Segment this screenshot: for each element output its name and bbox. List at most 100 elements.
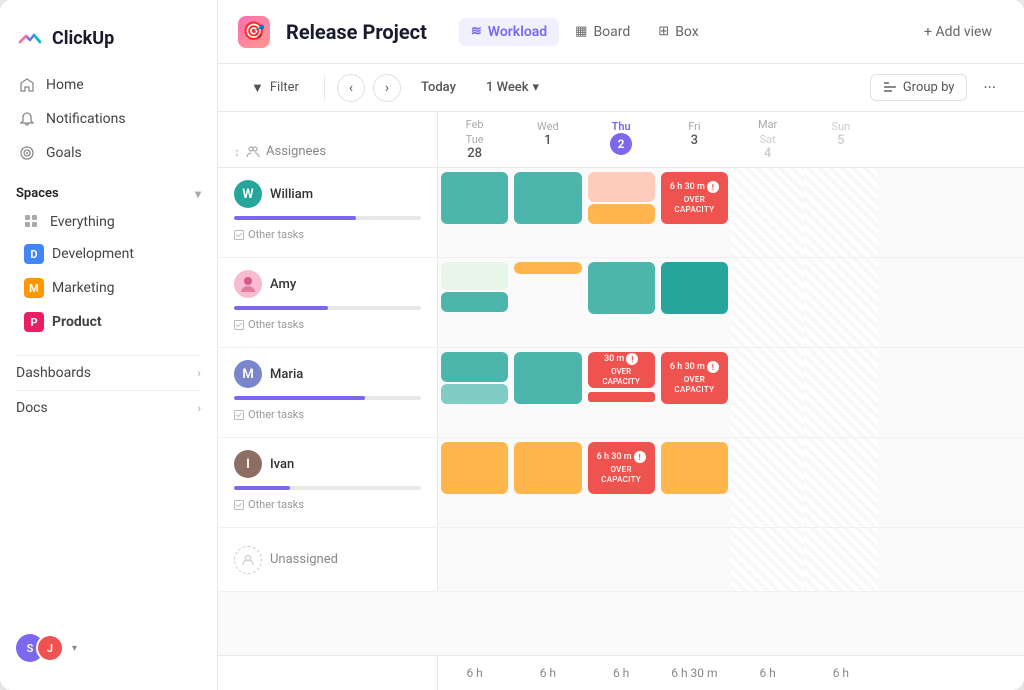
total-1: 6 h — [511, 656, 584, 690]
assignees-column-header: ↕ Assignees — [218, 112, 438, 167]
workload-block-orange — [441, 442, 508, 494]
target-icon — [18, 144, 36, 162]
sidebar-item-product[interactable]: P Product — [16, 305, 201, 339]
more-options-button[interactable]: ··· — [975, 73, 1004, 102]
app-container: ClickUp Home Notifications Goals — [0, 0, 1024, 690]
box-tab-icon: ⊞ — [658, 24, 669, 39]
unassigned-icon — [234, 546, 262, 574]
day-cell-william-5-weekend — [804, 168, 877, 257]
avatar-ivan: I — [234, 450, 262, 478]
total-3: 6 h 30 m — [658, 656, 731, 690]
amy-avatar-graphic — [238, 274, 258, 294]
unassigned-day-1 — [511, 528, 584, 591]
sidebar-item-home[interactable]: Home — [8, 68, 209, 102]
person-info-amy: Amy Other tasks — [218, 258, 438, 347]
day-num-28: 28 — [442, 146, 507, 161]
week-selector[interactable]: 1 Week ▾ — [476, 75, 549, 100]
box-tab-label: Box — [675, 24, 699, 40]
user-avatar-secondary[interactable]: J — [36, 634, 64, 662]
day-cell-ivan-5-weekend — [804, 438, 877, 527]
day-fri: Fri — [662, 120, 727, 133]
sidebar-item-docs[interactable]: Docs › — [16, 390, 201, 425]
filter-icon: ▼ — [251, 80, 264, 96]
month-feb: Feb — [442, 118, 507, 131]
sidebar-item-notifications[interactable]: Notifications — [8, 102, 209, 136]
person-info-maria: M Maria Other tasks — [218, 348, 438, 437]
progress-bar-amy — [234, 306, 328, 310]
spaces-label: Spaces — [16, 186, 59, 201]
day-sat: Sat — [735, 133, 800, 146]
workload-tab-label: Workload — [488, 24, 547, 40]
grid-header: ↕ Assignees Feb Tue 28 Wed 1 — [218, 112, 1024, 168]
prev-nav-button[interactable]: ‹ — [337, 74, 365, 102]
unassigned-day-2 — [585, 528, 658, 591]
workload-block-green-full — [514, 352, 581, 404]
day-cell-william-4-weekend — [731, 168, 804, 257]
development-badge: D — [24, 244, 44, 264]
board-tab-icon: ▦ — [575, 24, 587, 39]
date-col-feb28: Feb Tue 28 — [438, 112, 511, 167]
today-button[interactable]: Today — [409, 75, 468, 100]
workload-block-empty — [441, 262, 508, 290]
progress-bar-ivan — [234, 486, 290, 490]
group-by-button[interactable]: Group by — [870, 74, 968, 101]
unassigned-days — [438, 528, 1024, 591]
dashboards-label: Dashboards — [16, 365, 91, 381]
notifications-label: Notifications — [46, 111, 126, 127]
day-cell-ivan-4-weekend — [731, 438, 804, 527]
sidebar-item-development[interactable]: D Development — [16, 237, 201, 271]
sidebar-item-goals[interactable]: Goals — [8, 136, 209, 170]
date-col-thu2: Thu 2 — [585, 112, 658, 167]
day-cell-amy-4-weekend — [731, 258, 804, 347]
tab-board[interactable]: ▦ Board — [563, 18, 642, 46]
day-cell-maria-2: 30 m ! OVER CAPACITY — [585, 348, 658, 437]
product-label: Product — [52, 314, 102, 330]
day-num-1: 1 — [515, 133, 580, 148]
date-col-wed1: Wed 1 — [511, 112, 584, 167]
unassigned-label: Unassigned — [270, 552, 338, 567]
day-num-3: 3 — [662, 133, 727, 148]
days-maria: 30 m ! OVER CAPACITY 6 h 30 m — [438, 348, 1024, 437]
over-capacity-block-maria: 6 h 30 m ! OVER CAPACITY — [661, 352, 728, 404]
workload-block-peach — [588, 172, 655, 202]
marketing-badge: M — [24, 278, 44, 298]
progress-amy — [234, 306, 421, 310]
sidebar-item-everything[interactable]: Everything — [16, 207, 201, 237]
other-tasks-amy: Other tasks — [234, 318, 421, 331]
sort-icon: ↕ — [234, 145, 240, 159]
day-wed: Wed — [515, 120, 580, 133]
board-tab-label: Board — [593, 24, 630, 40]
clickup-logo-icon — [16, 24, 44, 52]
total-0: 6 h — [438, 656, 511, 690]
next-nav-button[interactable]: › — [373, 74, 401, 102]
group-by-label: Group by — [903, 80, 955, 95]
workload-grid: ↕ Assignees Feb Tue 28 Wed 1 — [218, 112, 1024, 690]
dashboards-chevron-icon: › — [197, 366, 201, 380]
app-name: ClickUp — [52, 28, 114, 49]
user-avatars: S J — [16, 634, 64, 662]
home-label: Home — [46, 77, 84, 93]
bell-icon — [18, 110, 36, 128]
add-view-button[interactable]: + Add view — [912, 18, 1004, 46]
day-cell-amy-5-weekend — [804, 258, 877, 347]
everything-icon — [24, 214, 40, 230]
tab-box[interactable]: ⊞ Box — [646, 18, 710, 46]
tab-workload[interactable]: ≋ Workload — [459, 18, 559, 46]
total-2: 6 h — [585, 656, 658, 690]
sidebar-item-dashboards[interactable]: Dashboards › — [16, 355, 201, 390]
days-amy — [438, 258, 1024, 347]
marketing-label: Marketing — [52, 280, 115, 296]
docs-chevron-icon: › — [197, 401, 201, 415]
filter-button[interactable]: ▼ Filter — [238, 74, 312, 102]
workload-block-orange — [588, 204, 655, 224]
unassigned-day-3 — [658, 528, 731, 591]
unassigned-row: Unassigned — [218, 528, 1024, 592]
toolbar: ▼ Filter ‹ › Today 1 Week ▾ Group by ··· — [218, 64, 1024, 112]
unassigned-day-0 — [438, 528, 511, 591]
spaces-section-header[interactable]: Spaces ▾ — [16, 186, 201, 201]
over-capacity-bar-maria — [588, 392, 655, 402]
workload-block-teal — [661, 262, 728, 314]
day-cell-william-0 — [438, 168, 511, 257]
sidebar-navigation: Home Notifications Goals — [0, 68, 217, 170]
sidebar-item-marketing[interactable]: M Marketing — [16, 271, 201, 305]
